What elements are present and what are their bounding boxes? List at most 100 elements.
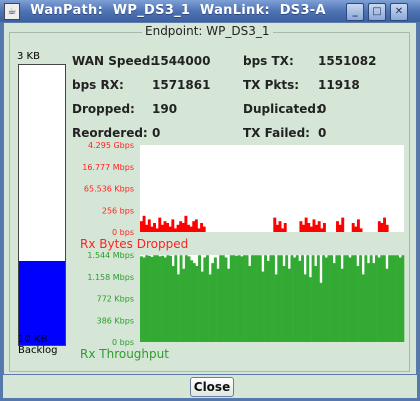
chart-bar — [359, 228, 363, 232]
y-tick-label: 65.536 Kbps — [84, 185, 134, 194]
chart-bar — [312, 219, 316, 232]
chart-bar — [145, 255, 149, 342]
chart-bar — [372, 263, 376, 342]
chart-bar — [160, 224, 164, 232]
chart-bar — [295, 255, 299, 342]
chart-bar — [261, 271, 265, 342]
chart-bar — [324, 257, 328, 342]
chart-bar — [298, 260, 302, 342]
chart-bar — [306, 255, 310, 342]
chart-bar — [195, 265, 199, 342]
chart-bar — [147, 255, 151, 342]
close-button[interactable]: Close — [190, 377, 234, 397]
chart-bar — [354, 226, 358, 232]
chart-bar — [367, 263, 370, 342]
chart-bar — [315, 224, 319, 232]
chart-bar — [302, 224, 305, 232]
y-tick-label: 4.295 Gbps — [88, 141, 134, 150]
chart-bar — [174, 255, 178, 342]
chart-bar — [140, 256, 143, 342]
chart-bar — [200, 271, 204, 342]
chart-bar — [253, 255, 257, 342]
chart-bar — [145, 224, 149, 232]
window-title: WanPath: WP_DS3_1 WanLink: DS3-A — [30, 3, 326, 18]
chart-bar — [327, 255, 331, 342]
chart-bar — [322, 223, 326, 232]
chart-bar — [256, 255, 260, 342]
chart-bar — [264, 255, 268, 342]
chart-bar — [176, 224, 180, 232]
chart-bar — [369, 255, 373, 342]
y-tick-label: 0 bps — [112, 228, 134, 237]
chart-bar — [308, 277, 312, 342]
chart-bar — [250, 255, 254, 342]
chart-bar — [390, 255, 394, 342]
chart-bar — [147, 219, 151, 232]
minimize-icon[interactable]: _ — [346, 3, 364, 21]
chart-bar — [319, 282, 323, 342]
chart-bar — [150, 256, 154, 342]
chart-bar — [245, 255, 249, 342]
rx-bytes-dropped-chart: 4.295 Gbps 16.777 Mbps 65.536 Kbps 256 bps 0… — [82, 141, 404, 237]
title-bar[interactable]: ☕ WanPath: WP_DS3_1 WanLink: DS3-A _ □ ✕ — [0, 0, 420, 22]
y-tick-label: 1.544 Mbps — [87, 251, 134, 260]
chart-bar — [351, 223, 355, 232]
rx-throughput-chart: 1.544 Mbps 1.158 Mbps 772 Kbps 386 Kbps 0 bp… — [87, 251, 405, 347]
chart-bar — [396, 255, 400, 342]
y-tick-label: 1.158 Mbps — [87, 273, 134, 282]
chart-bar — [179, 221, 183, 232]
chart-bar — [273, 217, 277, 232]
chart-bar — [166, 223, 170, 232]
rx-throughput-title: Rx Throughput — [80, 347, 169, 361]
chart-bar — [340, 268, 344, 342]
chart-bar — [221, 255, 225, 342]
chart-bar — [335, 255, 339, 342]
chart-bar — [153, 255, 157, 342]
chart-bar — [314, 265, 318, 342]
chart-bar — [200, 223, 204, 232]
y-tick-label: 256 bps — [102, 206, 134, 215]
chart-bar — [179, 255, 183, 342]
chart-bar — [163, 221, 167, 232]
chart-bar — [380, 223, 384, 232]
chart-bar — [299, 221, 303, 232]
chart-bar — [356, 265, 360, 342]
chart-bar — [155, 255, 159, 342]
chart-bar — [181, 223, 185, 232]
chart-bar — [142, 215, 146, 232]
charts-canvas: 4.295 Gbps 16.777 Mbps 65.536 Kbps 256 bps 0… — [82, 141, 405, 347]
java-coffee-icon: ☕ — [4, 3, 20, 20]
chart-bar — [287, 268, 291, 342]
chart-bar — [142, 257, 146, 342]
chart-bar — [229, 255, 233, 342]
chart-bar — [192, 263, 196, 342]
chart-bar — [189, 226, 193, 232]
chart-bar — [158, 256, 162, 342]
chart-bar — [187, 224, 190, 232]
chart-bar — [237, 255, 241, 342]
chart-bar — [169, 255, 172, 342]
chart-bar — [235, 255, 238, 342]
chart-bar — [258, 255, 262, 342]
chart-bar — [206, 255, 209, 342]
chart-bar — [377, 257, 381, 342]
chart-bar — [155, 228, 159, 232]
chart-bar — [184, 255, 188, 342]
chart-bar — [283, 223, 287, 232]
chart-plot-area — [140, 145, 404, 232]
chart-bar — [279, 255, 283, 342]
chart-bar — [140, 221, 143, 232]
chart-bar — [219, 255, 223, 342]
chart-bar — [277, 255, 281, 342]
chart-bar — [285, 255, 289, 342]
chart-bar — [278, 221, 282, 232]
chart-bar — [224, 257, 228, 342]
chart-bar — [274, 274, 278, 342]
chart-bar — [361, 274, 365, 342]
maximize-icon[interactable]: □ — [368, 3, 386, 21]
close-icon[interactable]: ✕ — [390, 3, 408, 21]
chart-bar — [322, 255, 326, 342]
chart-bar — [161, 255, 165, 342]
chart-bar — [190, 260, 194, 342]
chart-bar — [383, 217, 387, 232]
